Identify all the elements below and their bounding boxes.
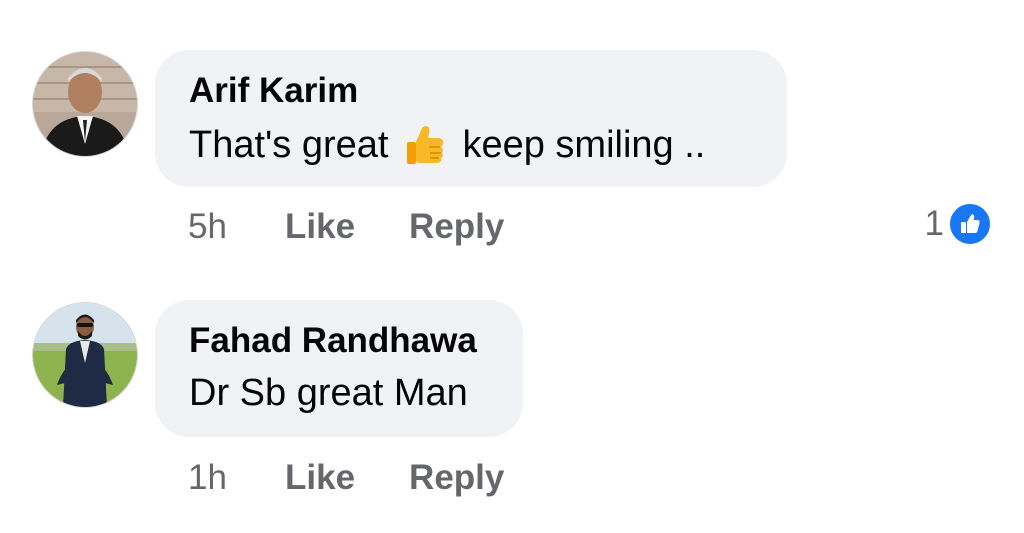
comment-text-after: keep smiling .. xyxy=(462,123,706,166)
comment-author[interactable]: Arif Karim xyxy=(189,70,753,112)
reply-button[interactable]: Reply xyxy=(409,458,504,498)
reaction-count: 1 xyxy=(924,204,944,243)
comment-bubble: Arif Karim That's great keep smiling .. xyxy=(155,50,787,187)
thumbs-up-emoji-icon xyxy=(402,122,448,168)
avatar[interactable] xyxy=(32,302,138,408)
avatar[interactable] xyxy=(32,51,138,157)
comment-timestamp[interactable]: 5h xyxy=(188,207,285,247)
like-button[interactable]: Like xyxy=(285,207,355,247)
comment-actions: 1h Like Reply xyxy=(188,458,504,498)
comment-text-before: That's great xyxy=(189,123,389,166)
comment-timestamp[interactable]: 1h xyxy=(188,458,285,498)
comment-text: Dr Sb great Man xyxy=(189,372,468,414)
comments-thread: Arif Karim That's great keep smiling .. … xyxy=(0,0,1024,533)
comment-text: That's great keep smiling .. xyxy=(189,118,753,170)
reaction-summary[interactable]: 1 xyxy=(925,202,992,246)
like-reaction-icon xyxy=(948,202,992,246)
comment: Arif Karim That's great keep smiling .. … xyxy=(0,0,1024,260)
comment-actions: 5h Like Reply xyxy=(188,207,504,247)
reply-button[interactable]: Reply xyxy=(409,207,504,247)
comment-author[interactable]: Fahad Randhawa xyxy=(189,320,489,362)
comment: Fahad Randhawa Dr Sb great Man 1h Like Rep… xyxy=(0,250,1024,533)
like-button[interactable]: Like xyxy=(285,458,355,498)
comment-bubble: Fahad Randhawa Dr Sb great Man xyxy=(155,300,523,437)
